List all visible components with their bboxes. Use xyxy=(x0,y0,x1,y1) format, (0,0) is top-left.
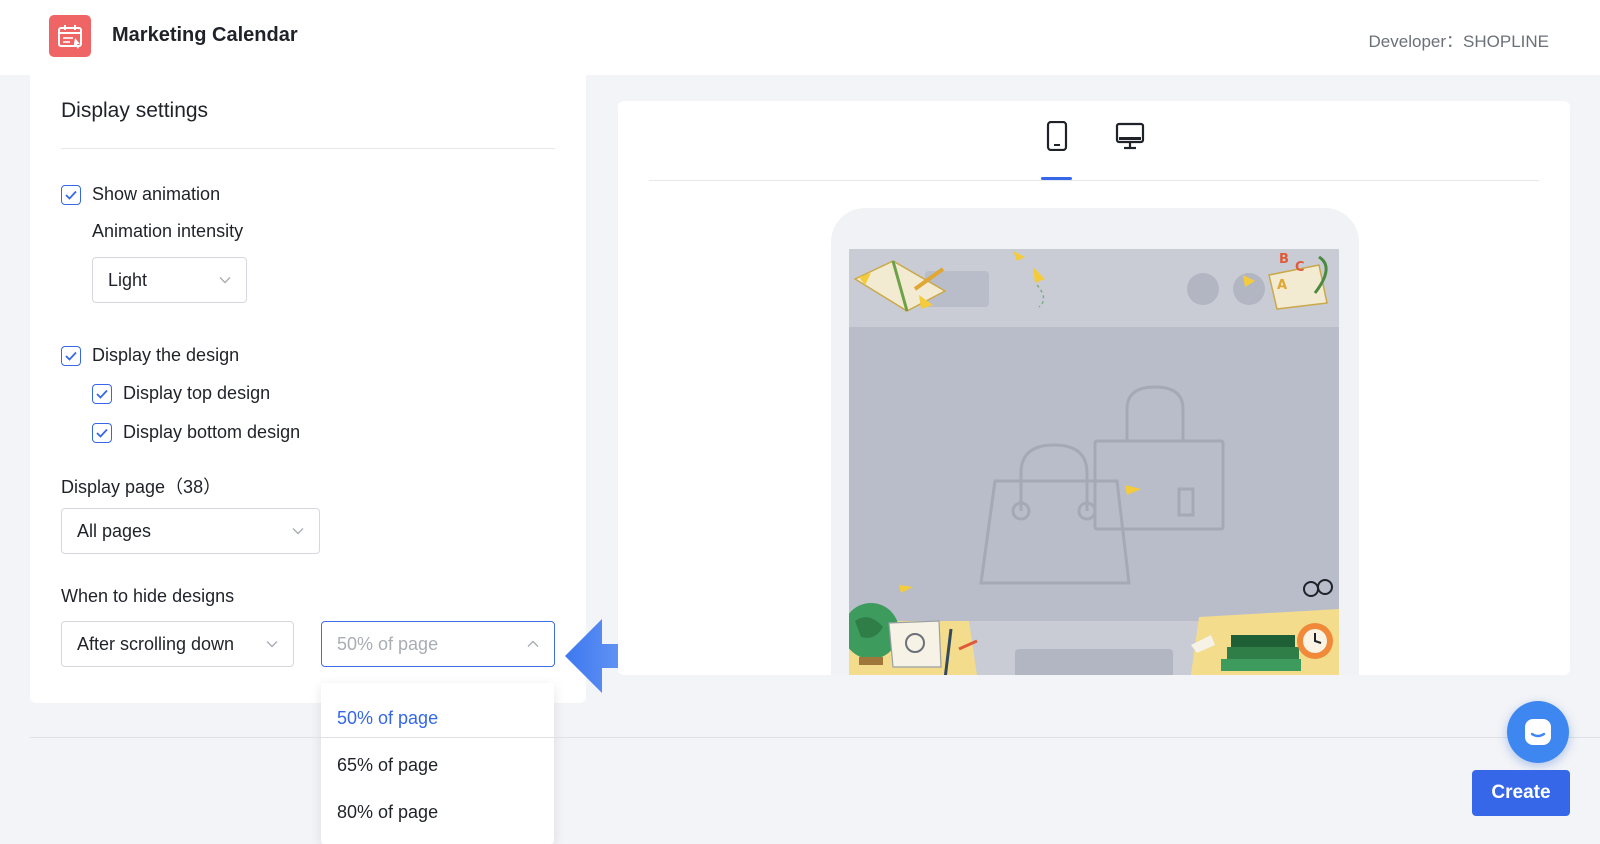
developer-label: Developer：SHOPLINE xyxy=(1368,32,1549,51)
desktop-icon[interactable] xyxy=(1115,121,1145,156)
dropdown-option[interactable]: 80% of page xyxy=(321,790,554,834)
animation-intensity-value: Light xyxy=(108,269,148,290)
hide-amount-dropdown: 50% of page 65% of page 80% of page xyxy=(321,683,554,844)
checkbox-checked-icon xyxy=(61,184,81,205)
display-page-value: All pages xyxy=(77,520,152,541)
top-bar: Marketing Calendar Developer：SHOPLINE xyxy=(0,0,1600,75)
display-design-label: Display the design xyxy=(92,345,240,365)
display-bottom-design-checkbox[interactable]: Display bottom design xyxy=(92,422,300,443)
hide-trigger-select[interactable]: After scrolling down xyxy=(61,621,294,667)
svg-text:A: A xyxy=(1277,278,1287,293)
chevron-up-icon xyxy=(527,640,539,647)
chevron-down-icon xyxy=(219,277,231,284)
display-design-checkbox[interactable]: Display the design xyxy=(61,345,239,366)
preview-panel: B C A xyxy=(618,101,1570,675)
animation-intensity-label: Animation intensity xyxy=(92,221,244,241)
checkbox-checked-icon xyxy=(92,383,112,404)
hide-designs-label: When to hide designs xyxy=(61,586,235,606)
chevron-down-icon xyxy=(292,528,304,535)
dropdown-option[interactable]: 50% of page xyxy=(321,696,554,740)
chat-icon[interactable] xyxy=(1507,701,1569,763)
svg-text:B: B xyxy=(1279,252,1289,267)
display-top-design-label: Display top design xyxy=(123,383,271,403)
app-title: Marketing Calendar xyxy=(112,24,298,46)
svg-text:C: C xyxy=(1295,260,1305,275)
checkbox-checked-icon xyxy=(92,422,112,443)
calendar-icon xyxy=(49,15,91,57)
show-animation-checkbox[interactable]: Show animation xyxy=(61,184,220,205)
create-button[interactable]: Create xyxy=(1472,770,1570,816)
panel-divider xyxy=(61,148,555,149)
panel-title: Display settings xyxy=(61,99,209,122)
display-top-design-checkbox[interactable]: Display top design xyxy=(92,383,270,404)
display-page-label: Display page（38） xyxy=(61,477,222,497)
show-animation-label: Show animation xyxy=(92,184,221,204)
display-bottom-design-label: Display bottom design xyxy=(123,422,301,442)
phone-preview-image: B C A xyxy=(849,249,1339,675)
chevron-down-icon xyxy=(266,641,278,648)
dropdown-option[interactable]: 65% of page xyxy=(321,743,554,787)
hide-amount-select[interactable]: 50% of page xyxy=(321,621,555,667)
display-page-select[interactable]: All pages xyxy=(61,508,320,554)
display-settings-panel: Display settings Show animation Animatio… xyxy=(30,75,586,703)
animation-intensity-select[interactable]: Light xyxy=(92,257,247,303)
hide-trigger-value: After scrolling down xyxy=(77,633,235,654)
hide-amount-placeholder: 50% of page xyxy=(337,633,439,654)
mobile-icon[interactable] xyxy=(1045,120,1069,156)
checkbox-checked-icon xyxy=(61,345,81,366)
footer-divider xyxy=(30,737,1600,738)
preview-divider xyxy=(649,180,1539,181)
